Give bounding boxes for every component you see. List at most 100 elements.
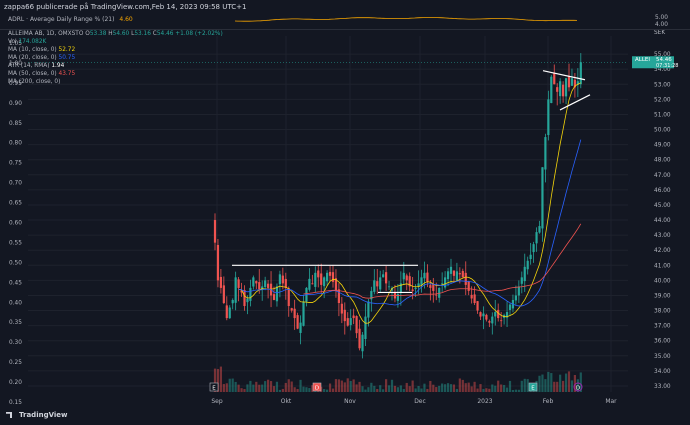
candle-body: [272, 294, 276, 300]
candle-body: [228, 307, 231, 319]
left-axis-tick-label: 0.25: [9, 360, 22, 366]
legend-ma20: 50.75: [58, 55, 76, 61]
volume-bar: [228, 378, 231, 392]
volume-bar: [414, 388, 417, 392]
candle-body: [455, 271, 458, 281]
tradingview-logo[interactable]: TradingView: [6, 411, 68, 419]
event-marker-label: E: [531, 386, 535, 392]
volume-bar: [570, 380, 574, 392]
legend-ma20-label: MA (20, close, 0): [8, 55, 57, 61]
volume-bar: [275, 381, 279, 392]
volume-bar: [323, 389, 326, 392]
volume-bar: [364, 389, 367, 392]
candle-body: [500, 320, 503, 322]
left-axis-tick-label: 0.65: [9, 201, 22, 207]
candle-body: [464, 272, 467, 285]
candle-body: [367, 301, 370, 318]
price-tick-label: 50.00: [654, 128, 671, 134]
volume-bar: [358, 381, 361, 392]
left-axis-tick-label: 0.20: [9, 380, 22, 386]
legend-ma200-row: MA (200, close, 0): [8, 78, 223, 86]
legend-vol-row: Vol 174.082K: [8, 38, 223, 46]
left-axis-tick-label: 0.70: [9, 181, 22, 187]
candle-body: [414, 287, 417, 290]
volume-bar: [458, 378, 461, 392]
volume-bar: [559, 374, 562, 392]
candle-body: [562, 84, 565, 97]
volume-bar: [334, 379, 338, 392]
volume-bar: [346, 378, 349, 392]
legend-close: 54.46: [156, 31, 174, 37]
time-tick-label: Nov: [344, 398, 356, 405]
left-axis-tick-label: 0.90: [9, 101, 22, 107]
legend-atr: 1.94: [51, 63, 65, 69]
price-tick-label: 35.00: [654, 354, 671, 360]
volume-bar: [399, 385, 402, 392]
candle-body: [364, 316, 367, 340]
volume-bar: [485, 388, 488, 392]
volume-bar: [376, 388, 379, 392]
volume-bar: [444, 384, 447, 392]
volume-bar: [467, 382, 470, 392]
price-tick-label: 39.00: [654, 293, 671, 299]
event-marker: E: [528, 382, 538, 392]
legend-ma20-row: MA (20, close, 0) 50.75: [8, 54, 223, 62]
volume-bar: [420, 388, 423, 392]
volume-bar: [553, 381, 556, 392]
volume-bar: [349, 380, 352, 392]
volume-bar: [390, 379, 394, 392]
header-text: zappa66 publicerade på TradingView.com,F…: [4, 3, 247, 11]
candle-body: [517, 286, 520, 296]
volume-bar: [562, 380, 565, 392]
event-marker: D: [312, 382, 322, 392]
candle-body: [278, 274, 281, 285]
candle-body: [420, 277, 423, 285]
candle-body: [402, 272, 405, 280]
volume-bar: [517, 389, 520, 392]
price-tick-label: 49.00: [654, 143, 671, 149]
candle-body: [488, 321, 491, 323]
volume-bar: [429, 380, 432, 392]
volume-bar: [452, 384, 456, 392]
volume-bar: [503, 384, 506, 392]
volume-bar: [299, 379, 302, 392]
left-axis-tick-label: 0.35: [9, 320, 22, 326]
candle-body: [479, 312, 482, 317]
volume-bar: [255, 381, 258, 392]
event-marker: E: [209, 382, 219, 392]
volume-bar: [514, 389, 517, 392]
chart-legend: ALLEIMA AB, 1D, OMXSTO O53.38 H54.60 L53…: [8, 30, 223, 86]
event-marker-label: D: [576, 386, 580, 392]
tradingview-brand: TradingView: [19, 411, 68, 419]
volume-bar: [473, 381, 476, 392]
volume-bar: [441, 383, 444, 392]
volume-bar: [402, 388, 405, 392]
candle-body: [373, 280, 376, 292]
candle-body: [326, 272, 329, 282]
candle-body: [267, 283, 270, 288]
volume-bar: [222, 384, 225, 392]
legend-ma10: 52.72: [58, 47, 76, 53]
candle-body: [311, 283, 314, 285]
volume-bar: [411, 380, 414, 392]
price-chart[interactable]: 55.0054.0053.0052.0051.0050.0049.0048.00…: [0, 30, 690, 405]
candle-body: [219, 276, 222, 288]
volume-bar: [408, 386, 411, 392]
time-tick-label: Feb: [543, 398, 554, 405]
tradingview-icon: [6, 412, 12, 418]
candle-body: [361, 334, 364, 352]
left-axis-tick-label: 0.30: [9, 340, 22, 346]
candle-body: [385, 272, 388, 284]
volume-bar: [296, 389, 299, 392]
adr-panel: ADRL · Average Daily Range % (21) 4.60 5…: [0, 14, 690, 28]
volume-bar: [373, 385, 376, 392]
volume-bar: [225, 383, 228, 392]
candle-body: [255, 281, 258, 284]
candle-body: [435, 294, 438, 296]
volume-bar: [405, 382, 408, 392]
volume-bar: [438, 385, 441, 392]
volume-bar: [267, 379, 270, 392]
volume-bar: [385, 379, 388, 392]
candle-body: [567, 76, 571, 88]
candle-body: [216, 244, 220, 281]
